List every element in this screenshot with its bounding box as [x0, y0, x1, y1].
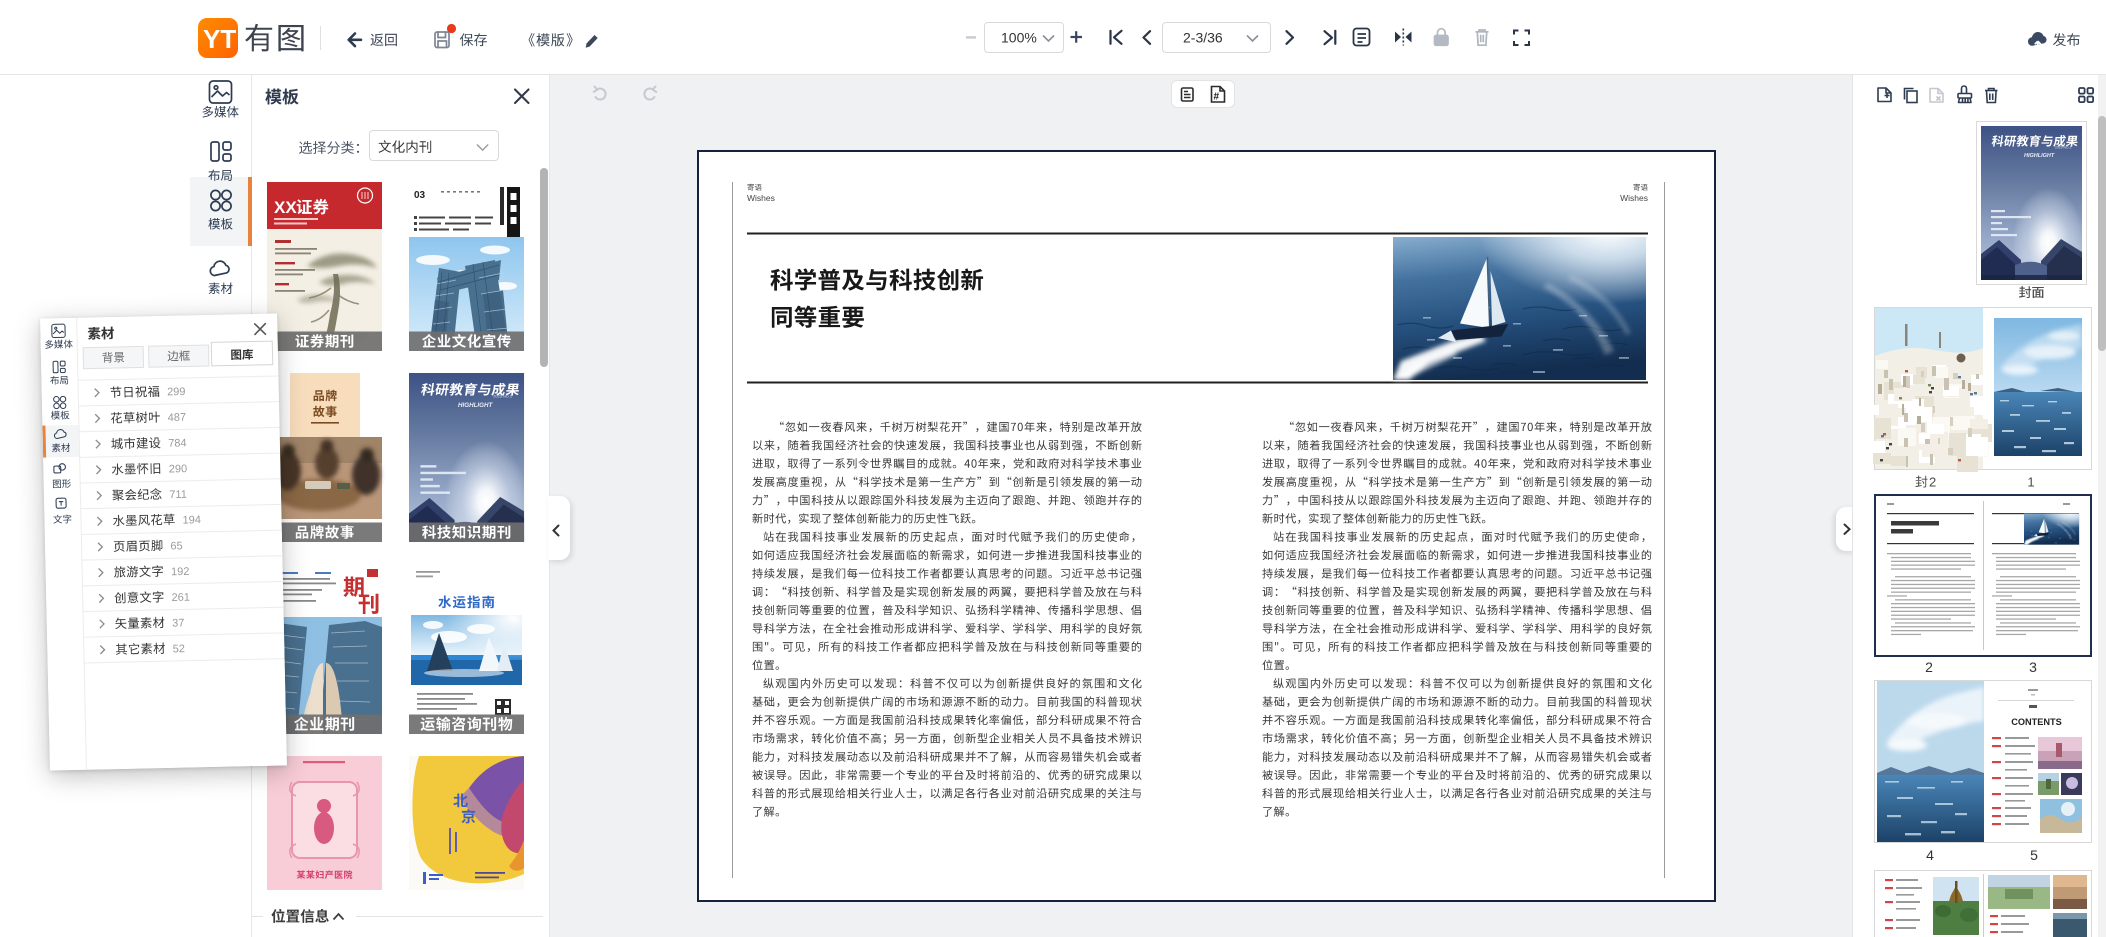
svg-text:261: 261: [171, 592, 190, 604]
svg-text:299: 299: [167, 386, 186, 398]
svg-text:487: 487: [168, 412, 187, 424]
svg-text:290: 290: [169, 463, 188, 475]
svg-text:192: 192: [171, 566, 190, 578]
svg-text:37: 37: [172, 617, 185, 629]
svg-text:784: 784: [168, 437, 187, 449]
svg-text:194: 194: [182, 514, 201, 526]
svg-text:65: 65: [170, 540, 183, 552]
svg-text:52: 52: [173, 643, 186, 655]
svg-text:711: 711: [169, 489, 187, 501]
